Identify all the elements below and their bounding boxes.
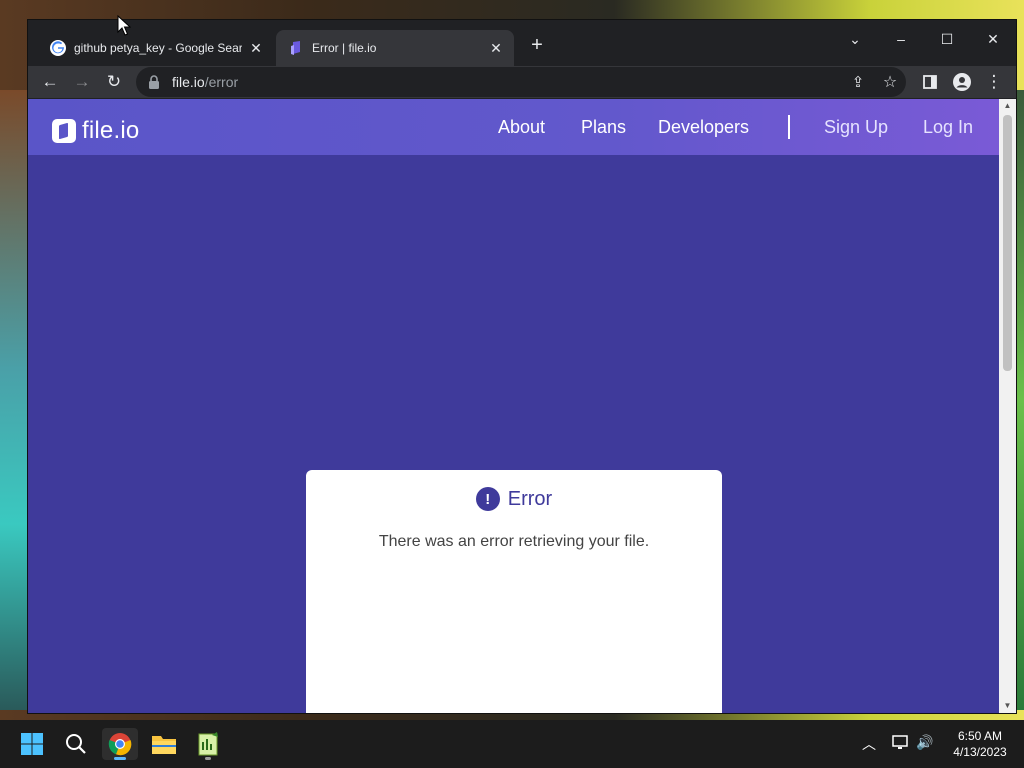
back-button[interactable]: ← (36, 68, 64, 96)
new-tab-button[interactable]: + (526, 35, 548, 57)
volume-icon[interactable]: 🔊 (916, 734, 933, 751)
exclamation-icon: ! (475, 487, 500, 511)
site-logo[interactable]: file.io (52, 117, 139, 145)
share-icon[interactable]: ⇪ (844, 68, 872, 96)
tab-search-chevron-icon[interactable]: ⌄ (832, 24, 878, 54)
nav-signup-link[interactable]: Sign Up (824, 117, 888, 138)
tab-title: github petya_key - Google Search (74, 41, 242, 55)
url-host: file.io (172, 74, 205, 90)
chrome-taskbar-icon[interactable] (102, 728, 138, 760)
search-icon[interactable] (58, 728, 94, 760)
menu-kebab-icon[interactable]: ⋮ (980, 68, 1008, 96)
nav-developers-link[interactable]: Developers (658, 117, 749, 138)
nav-plans-link[interactable]: Plans (581, 117, 626, 138)
system-clock[interactable]: 6:50 AM 4/13/2023 (940, 728, 1020, 760)
network-icon[interactable] (892, 734, 910, 753)
site-header: file.io About Plans Developers Sign Up L… (28, 99, 999, 155)
notepad-plus-icon[interactable] (190, 728, 226, 760)
logo-text: file.io (82, 117, 140, 144)
file-explorer-icon[interactable] (146, 728, 182, 760)
tray-overflow-chevron-icon[interactable]: ︿ (862, 734, 876, 754)
clock-date: 4/13/2023 (953, 745, 1007, 759)
side-panel-icon[interactable] (916, 68, 944, 96)
maximize-button[interactable]: ☐ (924, 24, 970, 54)
nav-about-link[interactable]: About (498, 117, 545, 138)
nav-login-link[interactable]: Log In (923, 117, 973, 138)
close-window-button[interactable]: ✕ (970, 24, 1016, 54)
url-path: /error (204, 74, 239, 90)
page-viewport: file.io About Plans Developers Sign Up L… (28, 99, 1016, 713)
close-tab-icon[interactable]: ✕ (248, 40, 264, 56)
vertical-scrollbar[interactable]: ▲ ▼ (999, 99, 1016, 713)
google-icon (50, 40, 66, 56)
wallpaper-strip-left (0, 90, 30, 710)
tab-error-fileio[interactable]: Error | file.io ✕ (276, 30, 514, 66)
taskbar: ︿ 🔊 6:50 AM 4/13/2023 (0, 720, 1024, 768)
reload-button[interactable]: ↻ (100, 68, 128, 96)
error-message: There was an error retrieving your file. (378, 533, 650, 550)
close-tab-icon[interactable]: ✕ (488, 40, 504, 56)
running-indicator (205, 757, 211, 760)
nav-divider (788, 115, 790, 139)
forward-button[interactable]: → (68, 68, 96, 96)
scroll-down-arrow-icon[interactable]: ▼ (999, 699, 1016, 713)
tab-title: Error | file.io (312, 41, 377, 55)
tab-strip: github petya_key - Google Search ✕ Error… (28, 20, 1016, 66)
fileio-logo-icon (52, 119, 76, 143)
lock-icon (149, 75, 159, 89)
windows-start-icon[interactable] (14, 728, 50, 760)
scrollbar-thumb[interactable] (1003, 115, 1012, 371)
profile-icon[interactable] (948, 68, 976, 96)
clock-time: 6:50 AM (957, 729, 1003, 743)
error-title: Error (507, 487, 553, 510)
browser-toolbar: ← → ↻ file.io/error ⇪ ☆ ⋮ (28, 66, 1016, 98)
address-bar[interactable]: file.io/error (136, 67, 906, 97)
browser-window: github petya_key - Google Search ✕ Error… (28, 20, 1016, 713)
minimize-button[interactable]: – (878, 24, 924, 54)
tab-google-search[interactable]: github petya_key - Google Search ✕ (38, 30, 274, 66)
error-heading: ! Error (306, 487, 722, 511)
scroll-up-arrow-icon[interactable]: ▲ (999, 99, 1016, 113)
mouse-cursor-icon (117, 15, 131, 36)
bookmark-star-icon[interactable]: ☆ (876, 68, 904, 96)
active-indicator (114, 757, 126, 760)
error-card: ! Error There was an error retrieving yo… (306, 470, 722, 713)
fileio-favicon-icon (291, 41, 300, 55)
